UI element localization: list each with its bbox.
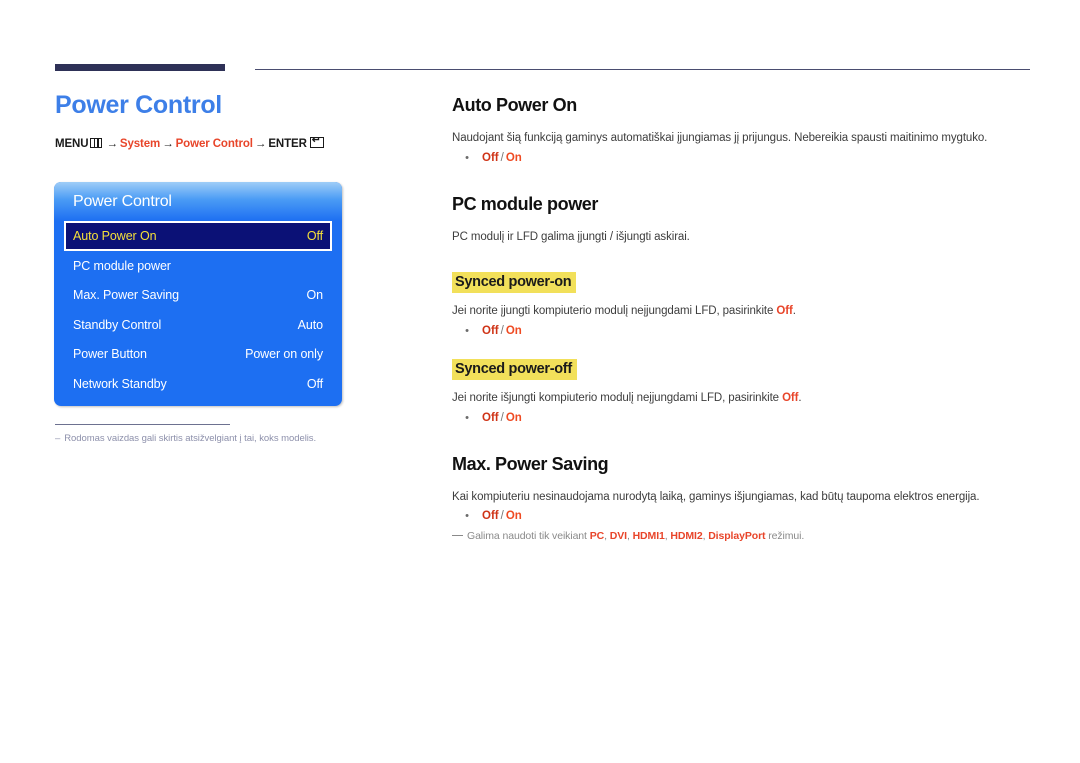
osd-row-value: On [306, 288, 324, 303]
osd-row-value: Auto [297, 317, 323, 332]
breadcrumb-arrow-1: → [106, 138, 118, 151]
osd-row-power-button[interactable]: Power Button Power on only [64, 340, 332, 370]
note-mode-pc: PC [589, 530, 605, 543]
section-body-pc-module-power: PC modulį ir LFD galima įjungti / išjung… [452, 230, 690, 243]
enter-key-icon [309, 137, 324, 149]
option-separator: / [500, 411, 504, 424]
note-mode-hdmi2: HDMI2 [670, 530, 703, 543]
osd-panel-title: Power Control [54, 182, 342, 221]
header-rule-thin [255, 69, 1030, 70]
option-on[interactable]: On [506, 412, 522, 424]
options-row-max-power-saving: • Off / On [452, 510, 1032, 522]
section-heading-pc-module-power: PC module power [452, 193, 599, 214]
right-column: Auto Power On Naudojant šią funkciją gam… [452, 95, 1032, 542]
section-heading-auto-power-on: Auto Power On [452, 95, 577, 115]
osd-row-label: Standby Control [73, 317, 162, 332]
note-text-pre: Galima naudoti tik veikiant [467, 530, 590, 543]
section-heading-max-power-saving: Max. Power Saving [452, 453, 609, 474]
note-text-post: režimui. [765, 530, 805, 543]
osd-row-value: Off [306, 229, 323, 243]
page-header-rules [0, 0, 1080, 80]
osd-menu-panel: Power Control Auto Power On Off PC modul… [54, 182, 342, 406]
breadcrumb-step-power-control: Power Control [175, 138, 253, 151]
header-rule-thick [55, 64, 225, 71]
osd-row-label: Max. Power Saving [73, 288, 179, 303]
note-mode-displayport: DisplayPort [708, 530, 766, 543]
note-line: Galima naudoti tik veikiant PC, DVI, HDM… [467, 530, 805, 543]
breadcrumb-step-system: System [119, 138, 161, 151]
osd-row-pc-module-power[interactable]: PC module power [64, 251, 332, 281]
body-emphasis-off: Off [782, 392, 799, 405]
section-body-max-power-saving: Kai kompiuteriu nesinaudojama nurodytą l… [452, 490, 980, 503]
note-dash-icon [452, 534, 463, 537]
option-off[interactable]: Off [482, 152, 499, 164]
options-row-auto-power-on: • Off / On [452, 152, 1032, 164]
osd-menu-list: Auto Power On Off PC module power Max. P… [54, 221, 342, 399]
footnote-dash: – [55, 433, 61, 444]
osd-row-value: Power on only [245, 347, 323, 362]
footnote-text: Rodomas vaizdas gali skirtis atsižvelgia… [64, 433, 317, 444]
option-separator: / [500, 510, 504, 523]
breadcrumb-arrow-3: → [254, 138, 267, 151]
bullet-dot-icon: • [465, 151, 469, 164]
osd-row-label: Auto Power On [73, 229, 157, 243]
osd-row-label: Network Standby [73, 376, 167, 391]
body-text-pre: Jei norite įjungti kompiuterio modulį ne… [452, 305, 777, 318]
osd-row-value: Off [306, 376, 323, 391]
option-separator: / [500, 325, 504, 338]
options-row-synced-power-off: • Off / On [452, 412, 1032, 424]
option-off[interactable]: Off [482, 325, 499, 337]
breadcrumb-arrow-2: → [162, 138, 174, 151]
breadcrumb: MENU → System → Power Control → ENTER [55, 137, 415, 150]
osd-row-standby-control[interactable]: Standby Control Auto [64, 310, 332, 340]
subsection-heading-synced-power-on: Synced power-on [452, 272, 577, 294]
footnote-divider [55, 424, 230, 425]
osd-row-network-standby[interactable]: Network Standby Off [64, 369, 332, 399]
menu-grid-icon [90, 138, 103, 149]
body-text-post: . [792, 305, 796, 318]
osd-row-auto-power-on[interactable]: Auto Power On Off [64, 221, 332, 251]
osd-row-label: PC module power [73, 258, 171, 273]
section-note-max-power-saving: Galima naudoti tik veikiant PC, DVI, HDM… [452, 530, 1032, 542]
subsection-body-synced-power-on: Jei norite įjungti kompiuterio modulį ne… [452, 303, 1032, 320]
body-text-post: . [798, 392, 802, 405]
subsection-heading-synced-power-off: Synced power-off [452, 359, 577, 381]
options-row-synced-power-on: • Off / On [452, 325, 1032, 337]
note-mode-hdmi1: HDMI1 [632, 530, 665, 543]
option-on[interactable]: On [506, 325, 522, 337]
left-column-footnote: – Rodomas vaizdas gali skirtis atsižvelgi… [55, 424, 385, 444]
option-off[interactable]: Off [482, 510, 499, 522]
bullet-dot-icon: • [465, 411, 469, 424]
bullet-dot-icon: • [465, 325, 469, 338]
breadcrumb-menu-label: MENU [55, 138, 89, 151]
body-emphasis-off: Off [776, 305, 793, 318]
bullet-dot-icon: • [465, 510, 469, 523]
breadcrumb-enter-label: ENTER [268, 138, 307, 151]
left-column: Power Control MENU → System → Power Control →… [55, 90, 415, 150]
footnote-line: – Rodomas vaizdas gali skirtis atsižvelgi… [55, 433, 385, 444]
section-body-auto-power-on: Naudojant šią funkciją gaminys automatiš… [452, 132, 988, 144]
subsection-body-synced-power-off: Jei norite išjungti kompiuterio modulį n… [452, 390, 1032, 407]
osd-row-max-power-saving[interactable]: Max. Power Saving On [64, 281, 332, 311]
option-on[interactable]: On [506, 152, 522, 164]
note-mode-dvi: DVI [609, 530, 627, 543]
osd-row-label: Power Button [73, 347, 147, 362]
option-off[interactable]: Off [482, 412, 499, 424]
page-title: Power Control [55, 91, 222, 119]
body-text-pre: Jei norite išjungti kompiuterio modulį n… [452, 392, 783, 405]
option-separator: / [500, 151, 504, 164]
option-on[interactable]: On [506, 510, 522, 522]
